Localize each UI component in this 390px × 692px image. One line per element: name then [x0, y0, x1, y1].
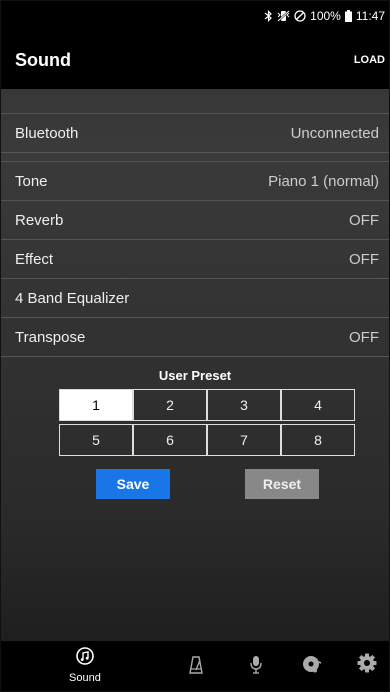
list-divider	[1, 89, 389, 114]
user-preset-title: User Preset	[158, 368, 232, 383]
preset-5-button[interactable]: 5	[59, 424, 133, 456]
clock: 11:47	[355, 9, 385, 23]
app-bar: Sound LOAD	[1, 31, 389, 89]
transpose-row[interactable]: Transpose OFF	[1, 318, 389, 357]
preset-4-button[interactable]: 4	[281, 389, 355, 421]
preset-7-button[interactable]: 7	[207, 424, 281, 456]
sound-icon	[75, 646, 95, 671]
status-bar: 100% 11:47	[1, 1, 389, 31]
app-screen: 100% 11:47 Sound LOAD Bluetooth Unconnec…	[0, 0, 390, 692]
reverb-value: OFF	[349, 211, 379, 229]
reverb-label: Reverb	[15, 211, 64, 229]
tone-value: Piano 1 (normal)	[268, 172, 379, 190]
record-disc-icon	[302, 654, 324, 679]
tab-sound[interactable]: Sound	[69, 646, 101, 684]
transpose-value: OFF	[349, 328, 379, 346]
page-title: Sound	[15, 49, 71, 70]
list-divider	[1, 153, 389, 162]
bluetooth-value: Unconnected	[290, 124, 379, 142]
user-preset-grid: 1 2 3 4 5 6 7 8	[59, 389, 355, 456]
tab-microphone[interactable]	[249, 655, 263, 680]
tone-label: Tone	[15, 172, 48, 190]
battery-percent: 100%	[310, 9, 341, 23]
preset-8-button[interactable]: 8	[281, 424, 355, 456]
bluetooth-label: Bluetooth	[15, 124, 79, 142]
effect-value: OFF	[349, 250, 379, 268]
bottom-tab-bar: Sound	[1, 641, 389, 691]
load-button[interactable]: LOAD	[354, 54, 385, 66]
preset-6-button[interactable]: 6	[133, 424, 207, 456]
tab-metronome[interactable]	[188, 655, 204, 680]
reset-button[interactable]: Reset	[245, 469, 319, 499]
effect-row[interactable]: Effect OFF	[1, 240, 389, 279]
settings-list: Bluetooth Unconnected Tone Piano 1 (norm…	[1, 89, 389, 357]
tab-sound-label: Sound	[69, 672, 101, 684]
microphone-icon	[249, 655, 263, 680]
preset-1-button[interactable]: 1	[59, 389, 133, 421]
metronome-icon	[188, 655, 204, 680]
gear-icon	[357, 653, 377, 678]
save-button[interactable]: Save	[96, 469, 170, 499]
preset-3-button[interactable]: 3	[207, 389, 281, 421]
equalizer-label: 4 Band Equalizer	[15, 289, 130, 307]
vibrate-off-icon	[277, 10, 290, 22]
effect-label: Effect	[15, 250, 54, 268]
tone-row[interactable]: Tone Piano 1 (normal)	[1, 162, 389, 201]
reverb-row[interactable]: Reverb OFF	[1, 201, 389, 240]
bluetooth-icon	[264, 10, 273, 22]
tab-settings[interactable]	[357, 653, 377, 678]
do-not-disturb-icon	[294, 10, 306, 22]
bluetooth-row[interactable]: Bluetooth Unconnected	[1, 114, 389, 153]
transpose-label: Transpose	[15, 328, 86, 346]
tab-recorder[interactable]	[302, 654, 324, 679]
battery-icon	[344, 10, 352, 22]
equalizer-row[interactable]: 4 Band Equalizer	[1, 279, 389, 318]
preset-2-button[interactable]: 2	[133, 389, 207, 421]
